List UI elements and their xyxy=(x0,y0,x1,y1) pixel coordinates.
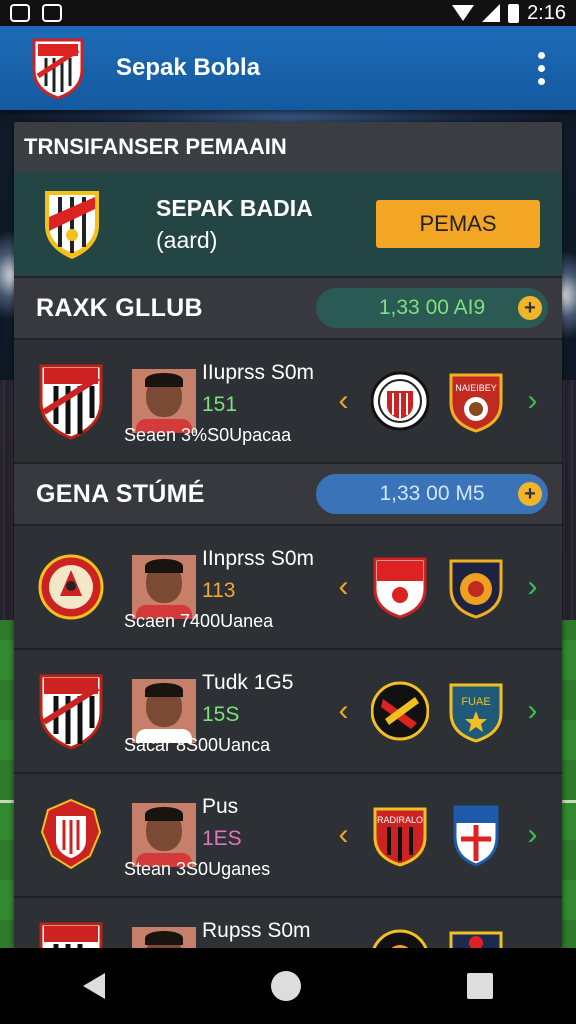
club-crest-icon xyxy=(40,798,102,870)
prev-arrow-icon[interactable]: ‹ xyxy=(332,694,355,728)
player-row[interactable]: IInprss S0m 113 Scaen 7400Uanea ‹ › xyxy=(14,524,562,648)
club-crest-icon xyxy=(39,674,103,750)
next-arrow-icon[interactable]: › xyxy=(521,694,544,728)
budget-value: 1,33 00 AI9 xyxy=(378,296,486,319)
club-crest-icon xyxy=(45,191,99,259)
menu-dot-icon xyxy=(538,64,545,72)
section-header: GENA STÚMÉ 1,33 00 M5 + xyxy=(14,462,562,524)
player-detail: Sacar 8S00Uanca xyxy=(124,735,271,755)
club-badge-icon xyxy=(373,557,427,619)
badge-text: RADIRALO xyxy=(377,815,423,825)
player-info: Tudk 1G5 15S Sacar 8S00Uanca xyxy=(124,663,324,759)
player-info: IIuprss S0m 151 Seaen 3%S0Upacaa xyxy=(124,353,324,449)
player-name: IIuprss S0m xyxy=(202,361,315,384)
status-bar: 2:16 xyxy=(0,0,576,26)
overflow-menu-button[interactable] xyxy=(538,51,546,85)
hero-club-card: SEPAK BADIA (aard) PEMAS xyxy=(14,172,562,276)
hero-club-name: SEPAK BADIA xyxy=(156,195,313,221)
system-nav-bar xyxy=(0,948,576,1024)
hero-club-sub: (aard) xyxy=(156,227,218,253)
wifi-icon xyxy=(452,5,475,21)
add-icon[interactable]: + xyxy=(518,296,542,320)
club-badge-icon: NAIEIBEY xyxy=(449,373,503,433)
prev-arrow-icon[interactable]: ‹ xyxy=(332,570,355,604)
budget-pill[interactable]: 1,33 00 AI9 + xyxy=(316,288,548,328)
player-detail: Seaen 3%S0Upacaa xyxy=(124,425,292,445)
player-detail: Scaen 7400Uanea xyxy=(124,611,274,631)
club-badge-icon xyxy=(449,559,503,619)
section-title: RAXK GLLUB xyxy=(36,293,203,322)
section-title: GENA STÚMÉ xyxy=(36,479,205,508)
player-row[interactable]: IIuprss S0m 151 Seaen 3%S0Upacaa ‹ NAIEI… xyxy=(14,338,562,462)
player-name: IInprss S0m xyxy=(202,547,315,570)
app-title: Sepak Bobla xyxy=(116,54,261,81)
budget-value: 1,33 00 M5 xyxy=(379,482,485,505)
prev-arrow-icon[interactable]: ‹ xyxy=(332,384,355,418)
player-row[interactable]: Rupss S0m ‹ › xyxy=(14,896,562,948)
club-crest-icon xyxy=(38,554,104,620)
player-rating: 113 xyxy=(202,579,236,602)
player-name: Tudk 1G5 xyxy=(202,671,294,694)
app-logo-icon xyxy=(32,38,84,100)
panel-title: TRNSIFANSER PEMAAIN xyxy=(14,122,562,172)
status-time: 2:16 xyxy=(527,1,566,24)
club-badge-icon xyxy=(370,681,429,741)
player-name: Pus xyxy=(202,795,239,818)
club-crest-icon xyxy=(39,922,103,948)
club-badge-icon xyxy=(370,371,429,431)
next-arrow-icon[interactable]: › xyxy=(521,818,544,852)
badge-text: NAIEIBEY xyxy=(455,383,497,393)
signal-icon xyxy=(482,4,501,22)
player-rating: 1ES xyxy=(202,827,242,850)
player-rating: 15S xyxy=(202,703,240,726)
menu-dot-icon xyxy=(538,51,545,59)
player-info: Rupss S0m xyxy=(132,911,324,948)
budget-pill[interactable]: 1,33 00 M5 + xyxy=(316,474,548,514)
battery-icon xyxy=(508,3,520,23)
recent-apps-icon[interactable] xyxy=(467,973,493,999)
club-badge-icon xyxy=(453,805,499,867)
menu-dot-icon xyxy=(538,77,545,85)
player-info: Pus 1ES Stean 3S0Uganes xyxy=(124,787,324,883)
hero-club-info: SEPAK BADIA (aard) xyxy=(156,192,313,256)
notification-icon xyxy=(10,4,30,22)
section-header: RAXK GLLUB 1,33 00 AI9 + xyxy=(14,276,562,338)
club-crest-icon xyxy=(39,364,103,440)
player-name: Rupss S0m xyxy=(202,919,311,942)
badge-text: FUAE xyxy=(461,696,490,708)
next-arrow-icon[interactable]: › xyxy=(521,384,544,418)
transfer-panel: TRNSIFANSER PEMAAIN SEPAK BADIA (aard) P… xyxy=(14,122,562,948)
player-rating: 151 xyxy=(202,393,238,416)
club-badge-icon xyxy=(449,931,503,948)
club-badge-icon xyxy=(372,929,428,948)
player-detail: Stean 3S0Uganes xyxy=(124,859,271,879)
camera-notification-icon xyxy=(42,4,62,22)
next-arrow-icon[interactable]: › xyxy=(521,570,544,604)
prev-arrow-icon[interactable]: ‹ xyxy=(332,818,355,852)
home-icon[interactable] xyxy=(271,971,301,1001)
back-icon[interactable] xyxy=(83,973,105,999)
club-badge-icon: FUAE xyxy=(449,683,503,743)
player-info: IInprss S0m 113 Scaen 7400Uanea xyxy=(124,539,324,635)
add-icon[interactable]: + xyxy=(518,482,542,506)
pemas-button[interactable]: PEMAS xyxy=(376,200,540,248)
club-badge-icon: RADIRALO xyxy=(373,807,427,867)
player-row[interactable]: Pus 1ES Stean 3S0Uganes ‹ RADIRALO › xyxy=(14,772,562,896)
player-row[interactable]: Tudk 1G5 15S Sacar 8S00Uanca ‹ FUAE › xyxy=(14,648,562,772)
app-bar: Sepak Bobla xyxy=(0,26,576,110)
